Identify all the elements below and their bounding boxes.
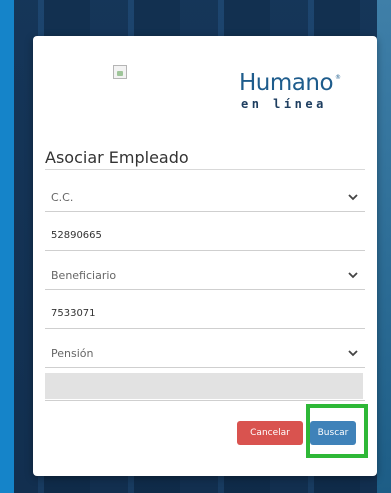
employee-id-input[interactable]: 7533071 xyxy=(45,299,365,329)
relation-value: Beneficiario xyxy=(51,269,117,282)
humano-logo: Humano ® en línea xyxy=(239,70,349,120)
chevron-down-icon xyxy=(348,350,358,357)
relation-select[interactable]: Beneficiario xyxy=(45,260,365,290)
document-type-select[interactable]: C.C. xyxy=(45,182,365,212)
category-select[interactable]: Pensión xyxy=(45,338,365,368)
document-number-value: 52890665 xyxy=(51,230,102,241)
chevron-down-icon xyxy=(348,272,358,279)
search-button[interactable]: Buscar xyxy=(310,421,356,445)
document-number-input[interactable]: 52890665 xyxy=(45,221,365,251)
employee-id-value: 7533071 xyxy=(51,308,96,319)
form-bottom-divider xyxy=(45,400,365,401)
logo-main-text: Humano xyxy=(239,70,334,96)
associate-employee-modal: Humano ® en línea Asociar Empleado C.C. … xyxy=(33,36,377,476)
title-divider xyxy=(45,169,365,170)
chevron-down-icon xyxy=(348,194,358,201)
modal-title: Asociar Empleado xyxy=(45,148,189,167)
broken-image-icon xyxy=(113,65,127,79)
logo-subtitle: en línea xyxy=(241,97,327,111)
category-value: Pensión xyxy=(51,347,94,360)
disabled-field xyxy=(45,373,363,399)
document-type-value: C.C. xyxy=(51,191,74,204)
logo-registered-mark: ® xyxy=(335,74,341,81)
cancel-button[interactable]: Cancelar xyxy=(237,421,303,445)
